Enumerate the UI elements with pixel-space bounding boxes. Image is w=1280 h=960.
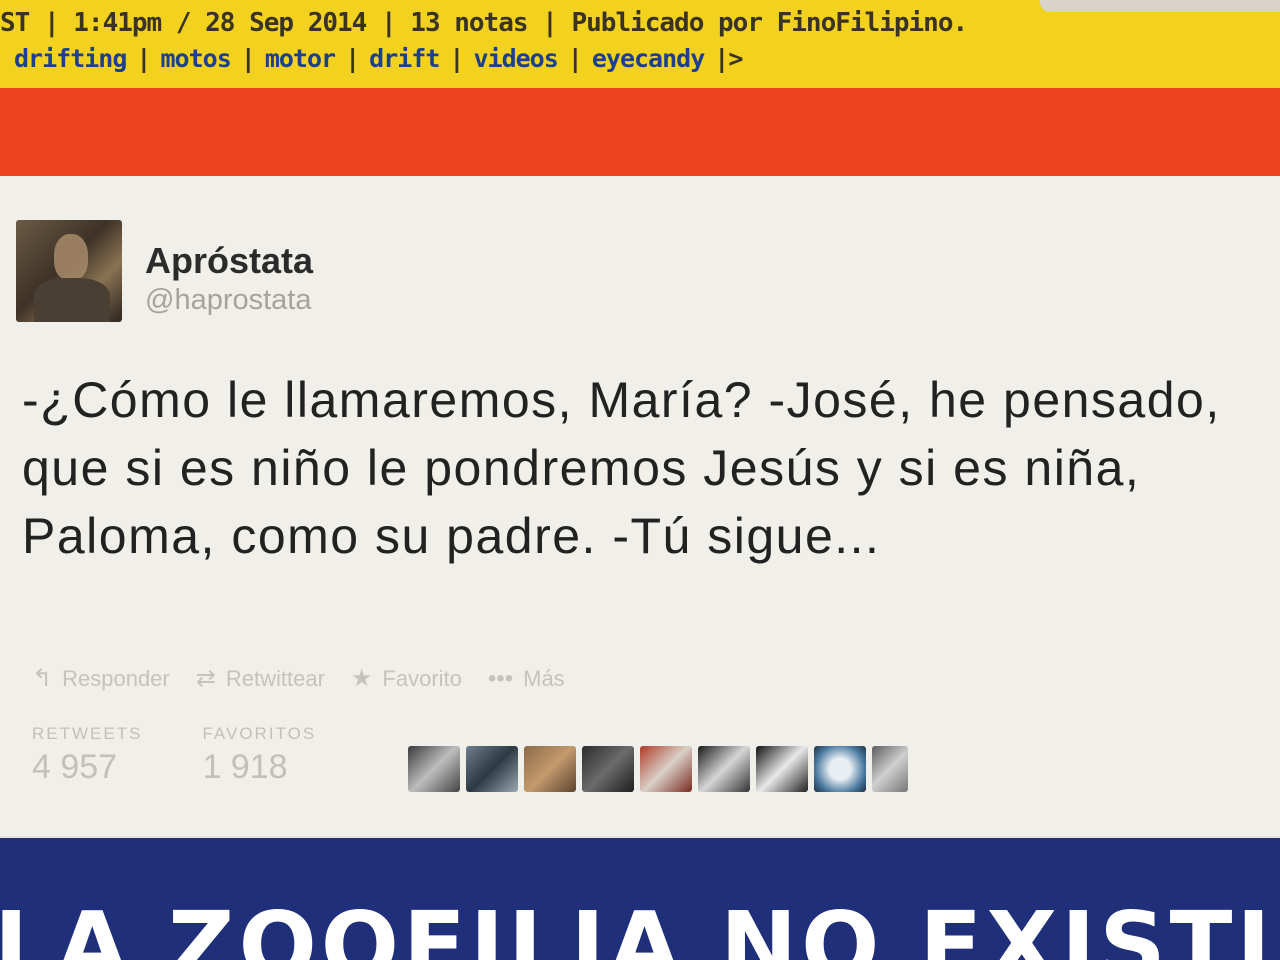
reply-icon: ↰ — [32, 665, 53, 692]
favoriter-avatar[interactable] — [466, 746, 518, 792]
star-icon: ★ — [350, 665, 373, 692]
tag-link-eyecandy[interactable]: eyecandy — [592, 44, 705, 73]
favoriter-avatar[interactable] — [814, 746, 866, 792]
bottom-banner: LA ZOOFILIA NO EXISTIRÍA — [0, 838, 1280, 960]
favoriter-avatar[interactable] — [408, 746, 460, 792]
user-avatar[interactable] — [16, 220, 122, 322]
retweets-label: RETWEETS — [32, 724, 143, 743]
favoriters-avatars — [408, 746, 908, 792]
favorites-count: 1 918 — [202, 748, 288, 786]
retweets-stat[interactable]: RETWEETS 4 957 — [32, 724, 142, 787]
red-divider-band — [0, 88, 1280, 176]
reply-label: Responder — [62, 665, 170, 691]
retweet-icon: ⇄ — [195, 665, 216, 692]
reply-button[interactable]: ↰ Responder — [32, 664, 170, 693]
more-button[interactable]: ••• Más — [488, 664, 565, 693]
retweet-label: Retwittear — [225, 665, 325, 691]
more-icon: ••• — [487, 664, 514, 692]
tag-link-videos[interactable]: videos — [473, 44, 558, 73]
tweet-stats: RETWEETS 4 957 FAVORITOS 1 918 — [32, 724, 316, 787]
tweet-card: Apróstata @haprostata -¿Cómo le llamarem… — [0, 176, 1280, 836]
favorite-label: Favorito — [382, 665, 462, 691]
favorites-stat[interactable]: FAVORITOS 1 918 — [202, 724, 316, 787]
tag-link-motos[interactable]: motos — [160, 44, 231, 73]
favoriter-avatar[interactable] — [582, 746, 634, 792]
retweets-count: 4 957 — [32, 748, 118, 786]
user-display-name[interactable]: Apróstata — [145, 240, 313, 282]
favoriter-avatar[interactable] — [756, 746, 808, 792]
tag-link-drift[interactable]: drift — [369, 44, 440, 73]
favoriter-avatar[interactable] — [872, 746, 908, 792]
tags-end-marker: |> — [714, 44, 743, 73]
favorites-label: FAVORITOS — [202, 724, 317, 743]
more-label: Más — [523, 665, 565, 691]
retweet-button[interactable]: ⇄ Retwittear — [196, 664, 325, 693]
corner-element — [1040, 0, 1280, 12]
tag-link-motor[interactable]: motor — [265, 44, 336, 73]
favoriter-avatar[interactable] — [524, 746, 576, 792]
favorite-button[interactable]: ★ Favorito — [351, 664, 462, 693]
banner-headline: LA ZOOFILIA NO EXISTIRÍA — [0, 892, 1280, 960]
post-meta-info: ST | 1:41pm / 28 Sep 2014 | 13 notas | P… — [0, 8, 968, 38]
tweet-text: -¿Cómo le llamaremos, María? -José, he p… — [22, 372, 1221, 564]
user-handle[interactable]: @haprostata — [145, 284, 311, 317]
post-tags: drifting | motos | motor | drift | videos | eyecan… — [14, 44, 743, 73]
tag-link-drifting[interactable]: drifting — [14, 44, 127, 73]
tweet-actions: ↰ Responder ⇄ Retwittear ★ Favorito ••• … — [32, 664, 565, 693]
favoriter-avatar[interactable] — [640, 746, 692, 792]
post-meta-bar: ST | 1:41pm / 28 Sep 2014 | 13 notas | P… — [0, 0, 1280, 92]
favoriter-avatar[interactable] — [698, 746, 750, 792]
